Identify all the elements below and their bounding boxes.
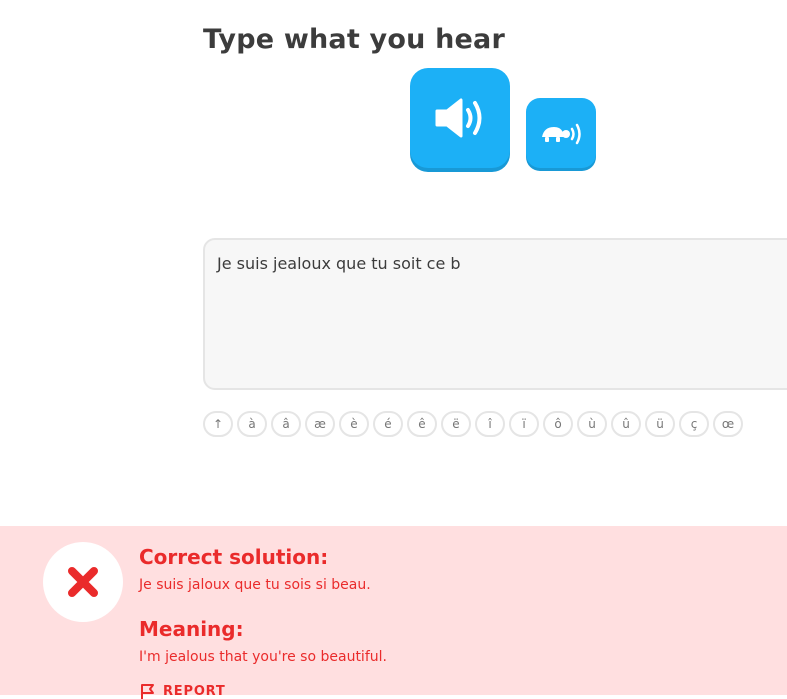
char-button[interactable]: æ [305, 411, 335, 437]
char-button[interactable]: î [475, 411, 505, 437]
status-badge [43, 542, 123, 622]
char-button[interactable]: è [339, 411, 369, 437]
char-button[interactable]: â [271, 411, 301, 437]
char-button[interactable]: ë [441, 411, 471, 437]
turtle-speaker-icon [542, 123, 581, 145]
feedback-panel: Correct solution: Je suis jaloux que tu … [0, 526, 787, 699]
char-button[interactable]: ï [509, 411, 539, 437]
char-button[interactable]: ü [645, 411, 675, 437]
special-characters-bar: ↑ à â æ è é ê ë î ï ô ù û ü ç œ [203, 411, 743, 437]
char-button[interactable]: ç [679, 411, 709, 437]
page-title: Type what you hear [203, 24, 505, 56]
char-button[interactable]: ô [543, 411, 573, 437]
x-icon [68, 567, 98, 597]
speaker-icon [435, 98, 482, 138]
play-audio-button[interactable] [410, 68, 510, 168]
char-button[interactable]: ù [577, 411, 607, 437]
char-button[interactable]: û [611, 411, 641, 437]
answer-text: Je suis jealoux que tu soit ce b [217, 254, 461, 273]
char-button[interactable]: ê [407, 411, 437, 437]
char-button-shift[interactable]: ↑ [203, 411, 233, 437]
correct-solution-text: Je suis jaloux que tu sois si beau. [139, 577, 371, 593]
char-button[interactable]: à [237, 411, 267, 437]
answer-textarea[interactable]: Je suis jealoux que tu soit ce b [203, 238, 787, 390]
report-label: REPORT [163, 683, 226, 699]
flag-icon [141, 684, 154, 699]
report-button[interactable]: REPORT [139, 683, 226, 699]
correct-solution-heading: Correct solution: [139, 545, 329, 569]
char-button[interactable]: é [373, 411, 403, 437]
char-button[interactable]: œ [713, 411, 743, 437]
meaning-text: I'm jealous that you're so beautiful. [139, 649, 387, 665]
slow-audio-button[interactable] [526, 98, 596, 168]
meaning-heading: Meaning: [139, 617, 244, 641]
